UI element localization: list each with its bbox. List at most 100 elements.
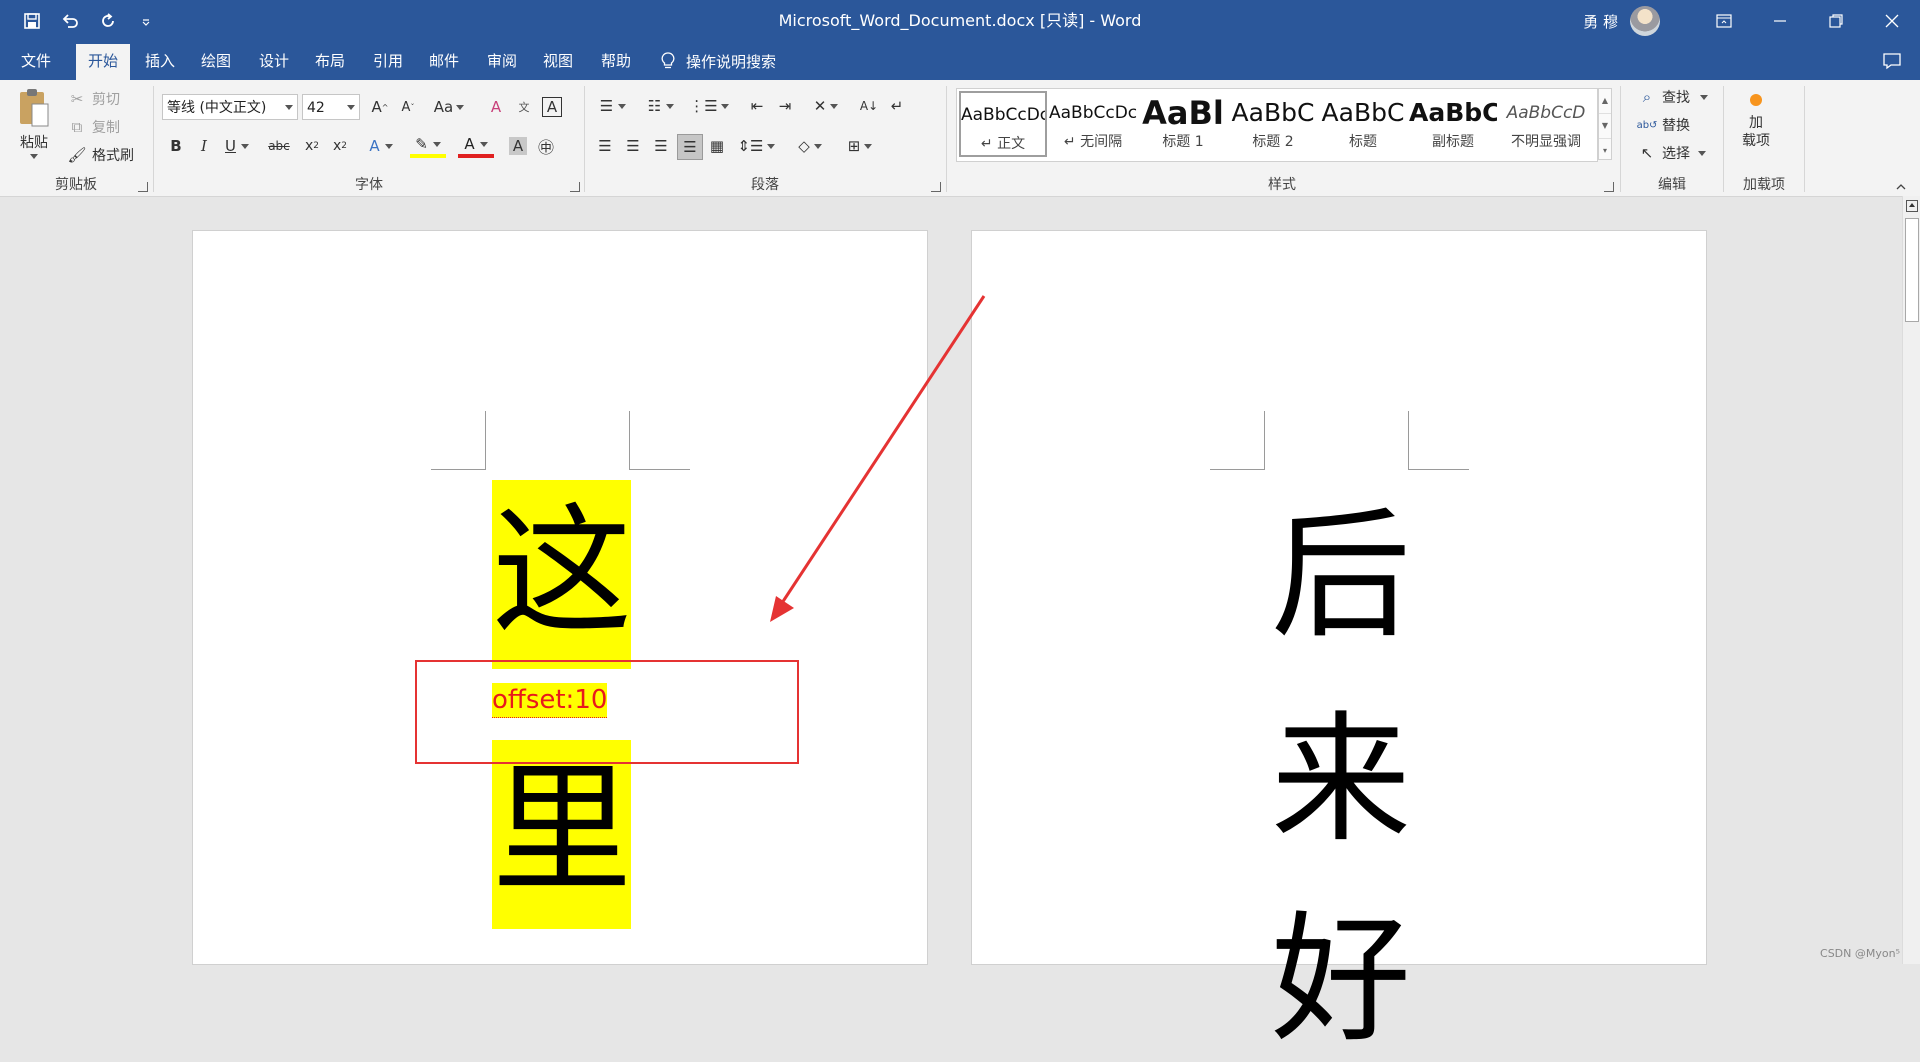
font-name-value: 等线 (中文正文) — [167, 100, 267, 116]
numbering-icon[interactable]: ☷ — [641, 94, 681, 118]
scissors-icon: ✂ — [70, 90, 84, 108]
bold-icon[interactable]: B — [164, 134, 188, 158]
line-spacing-icon[interactable]: ⇕☰ — [737, 134, 775, 158]
paste-dropdown-icon[interactable] — [30, 154, 38, 159]
multilevel-list-icon[interactable]: ⋮☰ — [689, 94, 729, 118]
document-character[interactable]: 这 — [492, 503, 632, 643]
change-case-icon[interactable]: Aa — [432, 95, 466, 119]
borders-icon[interactable]: ⊞ — [841, 134, 879, 158]
increase-indent-icon[interactable]: ⇥ — [773, 94, 797, 118]
grow-font-icon[interactable]: A ^ — [368, 95, 392, 119]
document-character[interactable]: 后 — [1268, 507, 1414, 647]
align-center-icon[interactable]: ☰ — [621, 134, 645, 158]
sort-icon[interactable]: A↓ — [857, 94, 881, 118]
font-launcher-icon[interactable] — [570, 182, 580, 192]
comment-icon[interactable] — [1882, 52, 1902, 70]
vertical-scrollbar[interactable] — [1902, 196, 1920, 964]
copy-icon: ⧉ — [71, 118, 83, 136]
replace-icon: ab↺ — [1636, 119, 1658, 131]
italic-icon[interactable]: I — [192, 134, 216, 158]
document-character[interactable]: 好 — [1268, 911, 1414, 1051]
font-size-combo[interactable]: 42 — [302, 94, 360, 120]
shrink-font-icon[interactable]: Aˇ — [396, 95, 420, 119]
subscript-icon[interactable]: x2 — [300, 134, 324, 158]
scroll-thumb[interactable] — [1905, 218, 1919, 322]
tab-insert[interactable]: 插入 — [136, 42, 184, 80]
scroll-up-icon[interactable] — [1906, 200, 1918, 212]
distributed-icon[interactable]: ▦ — [705, 134, 729, 158]
crop-mark-right — [629, 411, 690, 470]
show-formatting-marks-icon[interactable]: ↵ — [885, 94, 909, 118]
font-size-value: 42 — [307, 100, 325, 116]
paste-button[interactable]: 粘贴 — [16, 86, 52, 159]
ribbon-home: 粘贴 ✂ 剪切 ⧉ 复制 🖌 格式刷 剪贴板 等线 (中文正文) 42 A ^ A… — [0, 80, 1920, 197]
phonetic-guide-icon[interactable]: 文 — [512, 95, 536, 119]
enclose-characters-icon[interactable]: ㊥ — [534, 134, 558, 158]
cut-button[interactable]: ✂ 剪切 — [66, 88, 120, 110]
document-page-1[interactable]: 这 offset:10 里 — [193, 231, 927, 964]
tab-layout[interactable]: 布局 — [306, 42, 354, 80]
text-highlight-icon[interactable]: ✎ — [410, 134, 446, 158]
copy-button[interactable]: ⧉ 复制 — [66, 116, 120, 138]
align-left-icon[interactable]: ☰ — [593, 134, 617, 158]
paragraph-group: ☰ ☷ ⋮☰ ⇤ ⇥ ✕ A↓ ↵ ☰ ☰ ☰ ☰ ▦ ⇕☰ ◇ ⊞ 段落 — [585, 80, 945, 196]
font-color-icon[interactable]: A — [458, 134, 494, 158]
clipboard-group-label: 剪贴板 — [55, 177, 97, 193]
clipboard-launcher-icon[interactable] — [138, 182, 148, 192]
font-name-combo[interactable]: 等线 (中文正文) — [162, 94, 298, 120]
tab-references[interactable]: 引用 — [364, 42, 412, 80]
tab-mailings[interactable]: 邮件 — [420, 42, 468, 80]
chinese-layout-icon[interactable]: ✕ — [807, 94, 845, 118]
document-character[interactable]: 里 — [492, 761, 632, 901]
tab-help[interactable]: 帮助 — [592, 42, 640, 80]
document-character[interactable]: 来 — [1268, 711, 1414, 851]
tab-file[interactable]: 文件 — [8, 42, 64, 80]
tab-design[interactable]: 设计 — [250, 42, 298, 80]
paragraph-group-label: 段落 — [751, 177, 779, 193]
tab-draw[interactable]: 绘图 — [192, 42, 240, 80]
find-button[interactable]: ⌕ 查找 — [1636, 86, 1708, 108]
text-effects-icon[interactable]: A — [364, 134, 398, 158]
character-shading-icon[interactable]: A — [509, 137, 527, 155]
restore-icon[interactable] — [1808, 0, 1864, 42]
underline-icon[interactable]: U — [220, 134, 254, 158]
tell-me-search[interactable]: 操作说明搜索 — [660, 42, 776, 80]
format-painter-label: 格式刷 — [92, 148, 134, 164]
avatar[interactable] — [1630, 6, 1660, 36]
tab-view[interactable]: 视图 — [534, 42, 582, 80]
minimize-icon[interactable] — [1752, 0, 1808, 42]
clear-formatting-icon[interactable]: A — [484, 95, 508, 119]
paragraph-launcher-icon[interactable] — [931, 182, 941, 192]
styles-launcher-icon[interactable] — [1604, 182, 1614, 192]
crop-mark-left — [1210, 411, 1265, 470]
find-dropdown-icon[interactable] — [1700, 94, 1708, 100]
replace-button[interactable]: ab↺ 替换 — [1636, 114, 1690, 136]
tell-me-label: 操作说明搜索 — [686, 52, 777, 71]
shading-icon[interactable]: ◇ — [791, 134, 829, 158]
replace-label: 替换 — [1662, 118, 1690, 134]
watermark: CSDN @Myon⁵ — [1820, 947, 1900, 960]
font-group: 等线 (中文正文) 42 A ^ Aˇ Aa A 文 A B I U abc x2… — [154, 80, 584, 196]
strikethrough-icon[interactable]: abc — [264, 134, 294, 158]
select-dropdown-icon[interactable] — [1698, 150, 1706, 156]
user-name[interactable]: 勇 穆 — [1583, 11, 1618, 32]
tab-home[interactable]: 开始 — [76, 44, 130, 80]
bullets-icon[interactable]: ☰ — [593, 94, 633, 118]
collapse-ribbon-icon[interactable] — [1896, 182, 1906, 192]
select-button[interactable]: ↖ 选择 — [1636, 142, 1706, 164]
search-icon: ⌕ — [1642, 88, 1652, 106]
ribbon-display-options-icon[interactable] — [1696, 0, 1752, 42]
lightbulb-icon — [661, 52, 675, 69]
align-right-icon[interactable]: ☰ — [649, 134, 673, 158]
addins-button-label: 加 载项 — [1742, 115, 1770, 149]
decrease-indent-icon[interactable]: ⇤ — [745, 94, 769, 118]
justify-icon[interactable]: ☰ — [677, 134, 703, 160]
title-right-area: 勇 穆 — [1583, 0, 1920, 42]
character-border-icon[interactable]: A — [542, 97, 562, 117]
addins-button[interactable]: 加 载项 — [1742, 84, 1770, 150]
format-painter-button[interactable]: 🖌 格式刷 — [66, 144, 134, 166]
superscript-icon[interactable]: x2 — [328, 134, 352, 158]
tab-review[interactable]: 审阅 — [478, 42, 526, 80]
document-page-2[interactable]: 后 来 好 — [972, 231, 1706, 1051]
close-icon[interactable] — [1864, 0, 1920, 42]
